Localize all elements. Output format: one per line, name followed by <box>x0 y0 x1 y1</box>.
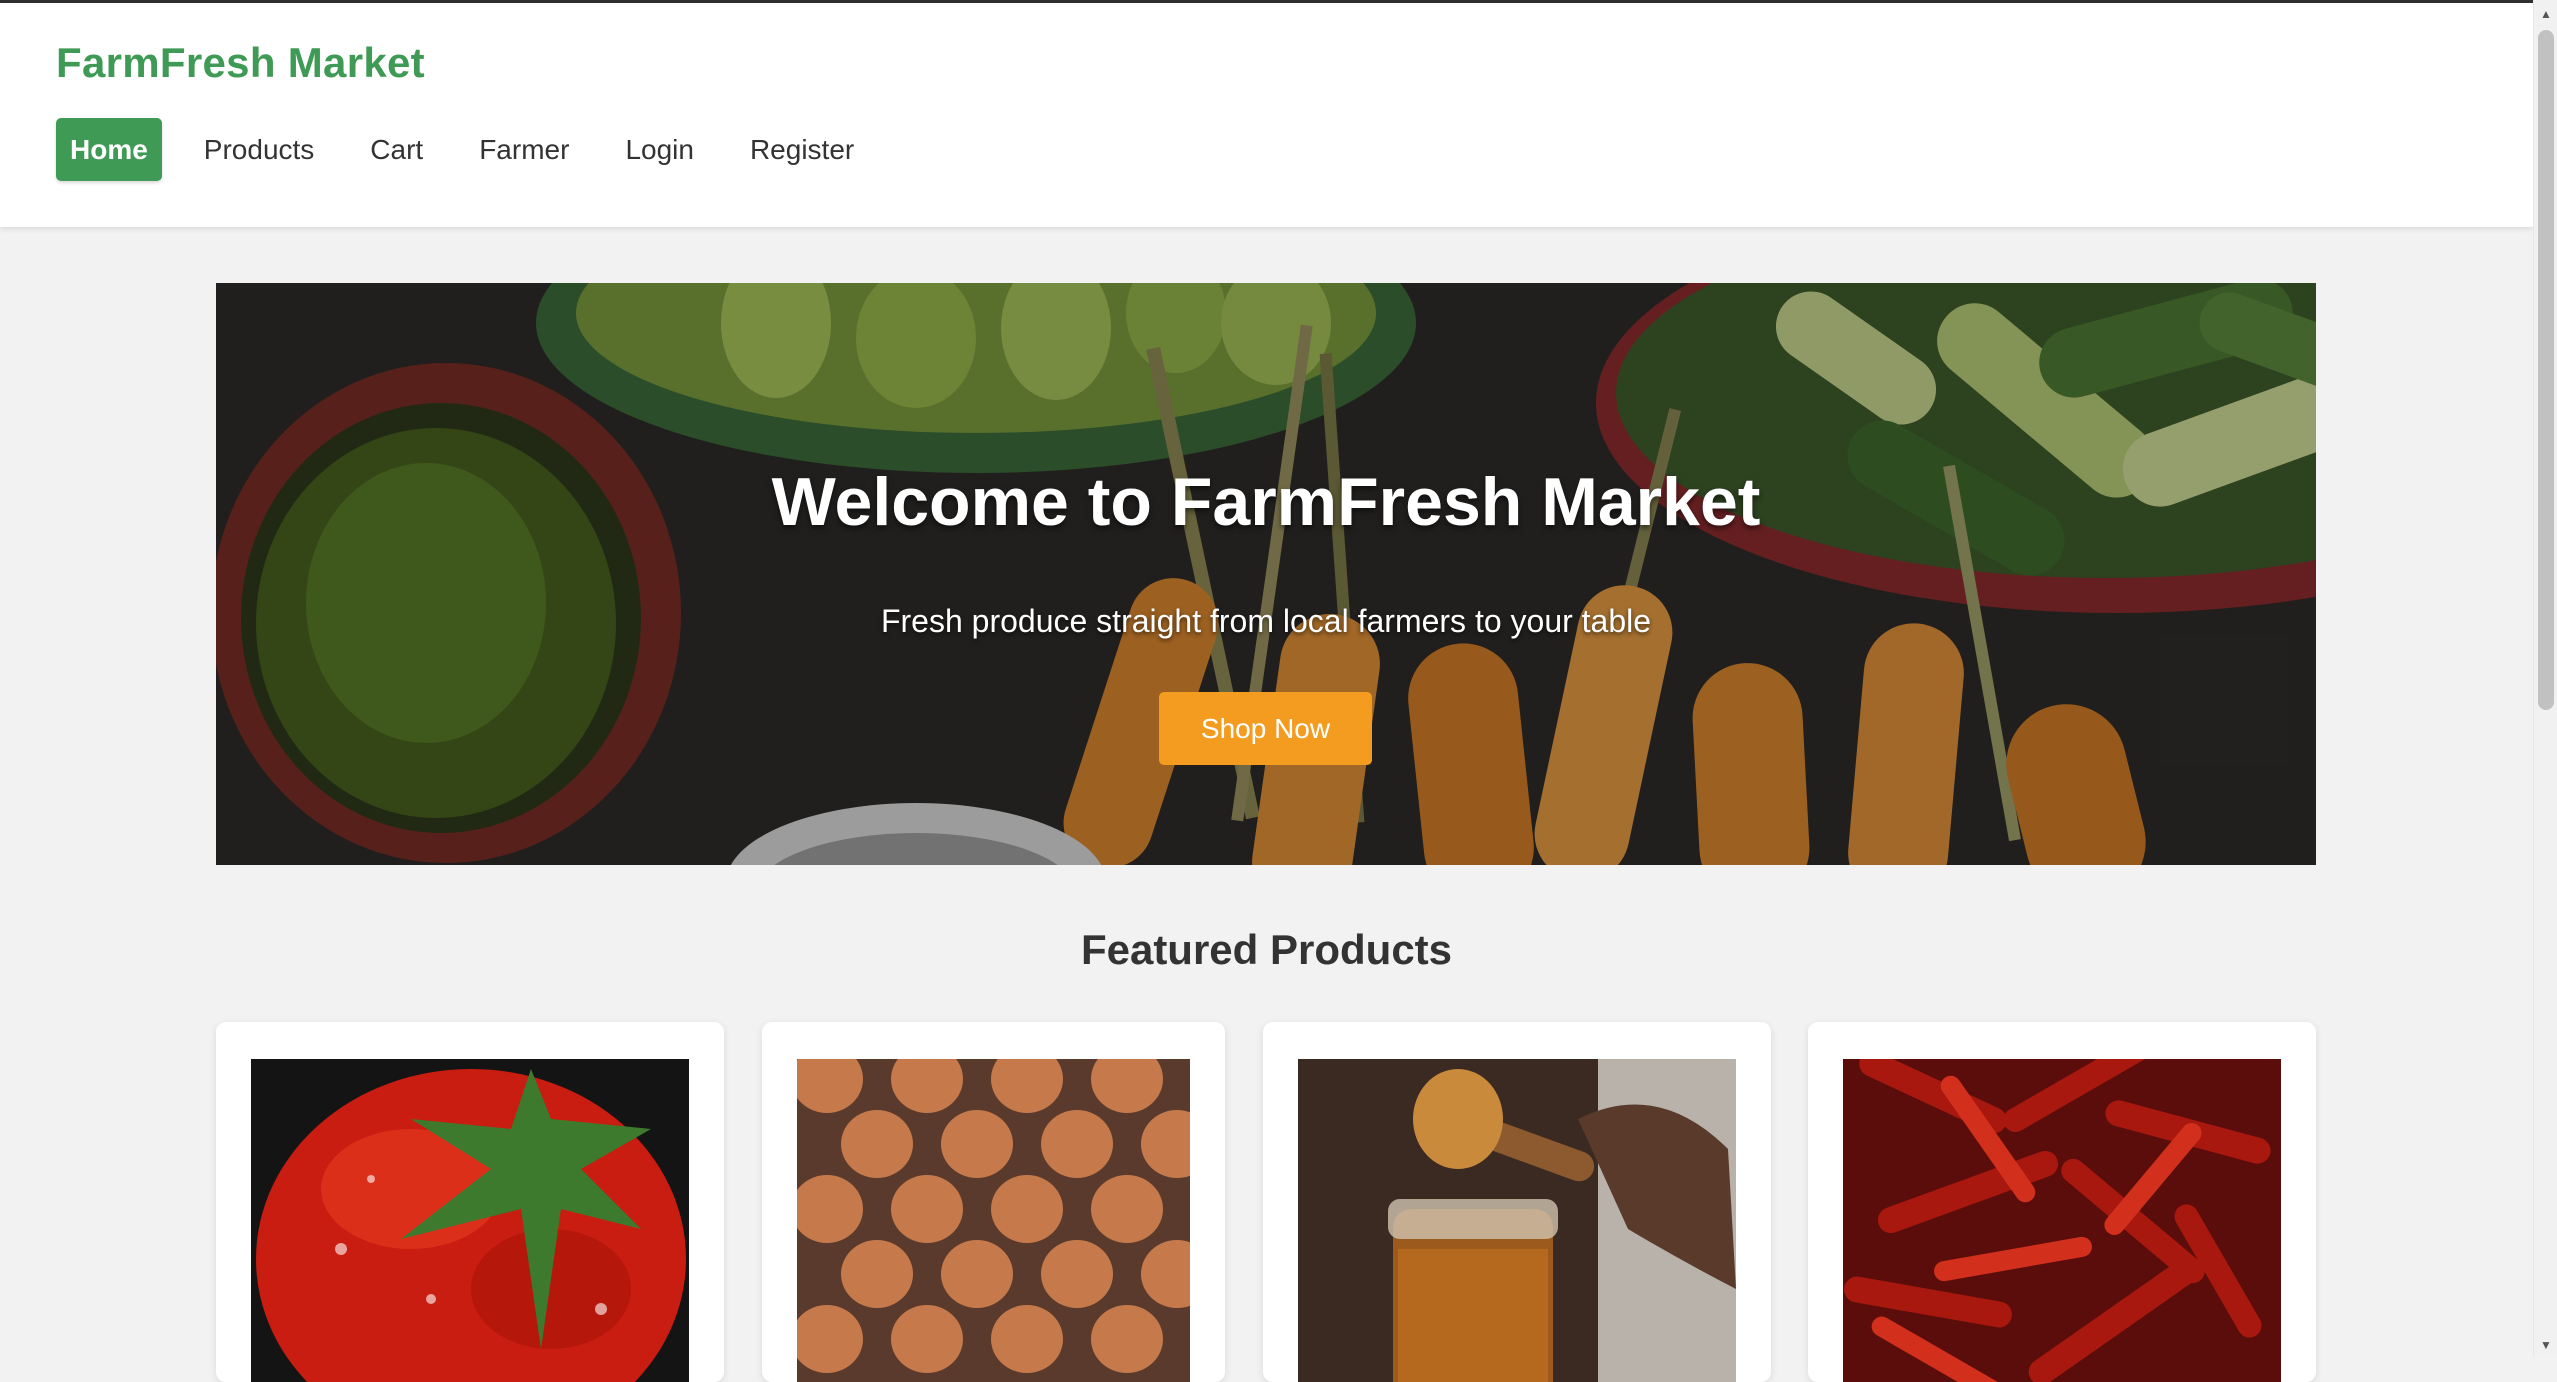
hero-title: Welcome to FarmFresh Market <box>771 464 1761 540</box>
hero-banner: Welcome to FarmFresh Market Fresh produc… <box>216 283 2316 865</box>
product-card[interactable] <box>1808 1022 2316 1382</box>
nav-products[interactable]: Products <box>176 118 343 181</box>
site-header: FarmFresh Market Home Products Cart Farm… <box>0 3 2533 227</box>
nav-cart[interactable]: Cart <box>342 118 451 181</box>
tomato-image[interactable] <box>251 1059 689 1382</box>
scroll-up-arrow-icon[interactable]: ▲ <box>2534 4 2557 24</box>
hero-subtitle: Fresh produce straight from local farmer… <box>880 603 1652 639</box>
nav-home[interactable]: Home <box>56 118 162 181</box>
eggs-image[interactable] <box>797 1059 1190 1382</box>
site-logo[interactable]: FarmFresh Market <box>56 39 425 87</box>
shop-now-button[interactable]: Shop Now <box>1159 692 1372 765</box>
nav-register[interactable]: Register <box>722 118 882 181</box>
product-card[interactable] <box>1263 1022 1771 1382</box>
dried-chilies-image[interactable] <box>1843 1059 2281 1382</box>
product-card[interactable] <box>216 1022 724 1382</box>
nav-login[interactable]: Login <box>597 118 722 181</box>
product-card[interactable] <box>762 1022 1225 1382</box>
hero-dim-overlay <box>216 283 2316 865</box>
main-nav: Home Products Cart Farmer Login Register <box>56 118 882 181</box>
scroll-thumb[interactable] <box>2538 30 2554 710</box>
featured-products-heading: Featured Products <box>1080 926 1453 973</box>
scroll-down-arrow-icon[interactable]: ▼ <box>2534 1335 2557 1355</box>
nav-farmer[interactable]: Farmer <box>451 118 597 181</box>
page-scrollbar[interactable]: ▲ ▼ <box>2533 0 2557 1357</box>
honey-image[interactable] <box>1298 1059 1736 1382</box>
